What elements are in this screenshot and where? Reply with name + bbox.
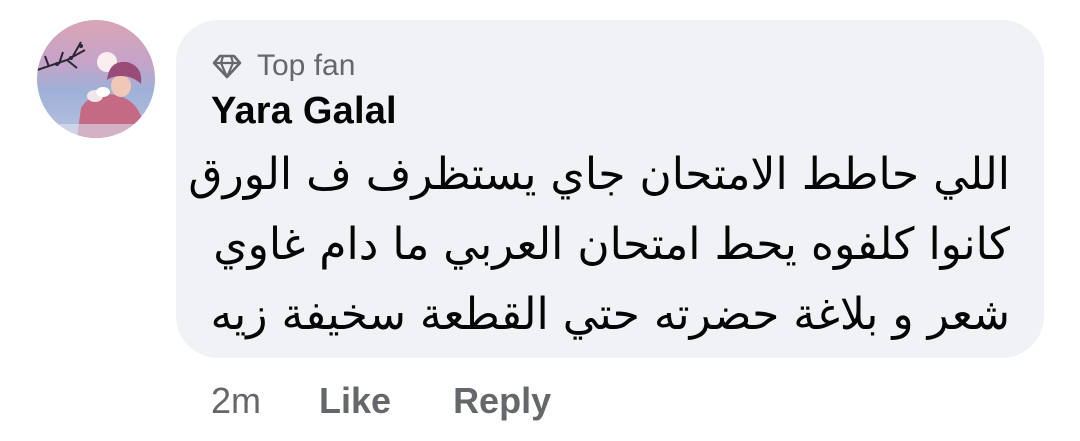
comment-line: كانوا كلفوه يحط امتحان العربي ما دام غاو… (213, 219, 1010, 270)
author-name[interactable]: Yara Galal (211, 90, 397, 133)
diamond-icon (211, 50, 243, 82)
comment-text: اللي حاطط الامتحان جاي يستظرف ف الورق كا… (188, 140, 1010, 350)
avatar-image (37, 41, 155, 138)
avatar[interactable] (37, 20, 155, 138)
timestamp[interactable]: 2m (211, 380, 261, 422)
like-button[interactable]: Like (319, 380, 391, 422)
reply-button[interactable]: Reply (453, 380, 551, 422)
badge-label: Top fan (257, 49, 356, 82)
comment: Top fan Yara Galal اللي حاطط الامتحان جا… (0, 0, 1080, 441)
top-fan-badge: Top fan (211, 48, 355, 84)
comment-line: شعر و بلاغة حضرته حتي القطعة سخيفة زيه (210, 289, 1010, 340)
comment-actions: 2m Like Reply (211, 380, 551, 422)
comment-line: اللي حاطط الامتحان جاي يستظرف ف الورق (188, 149, 1010, 200)
